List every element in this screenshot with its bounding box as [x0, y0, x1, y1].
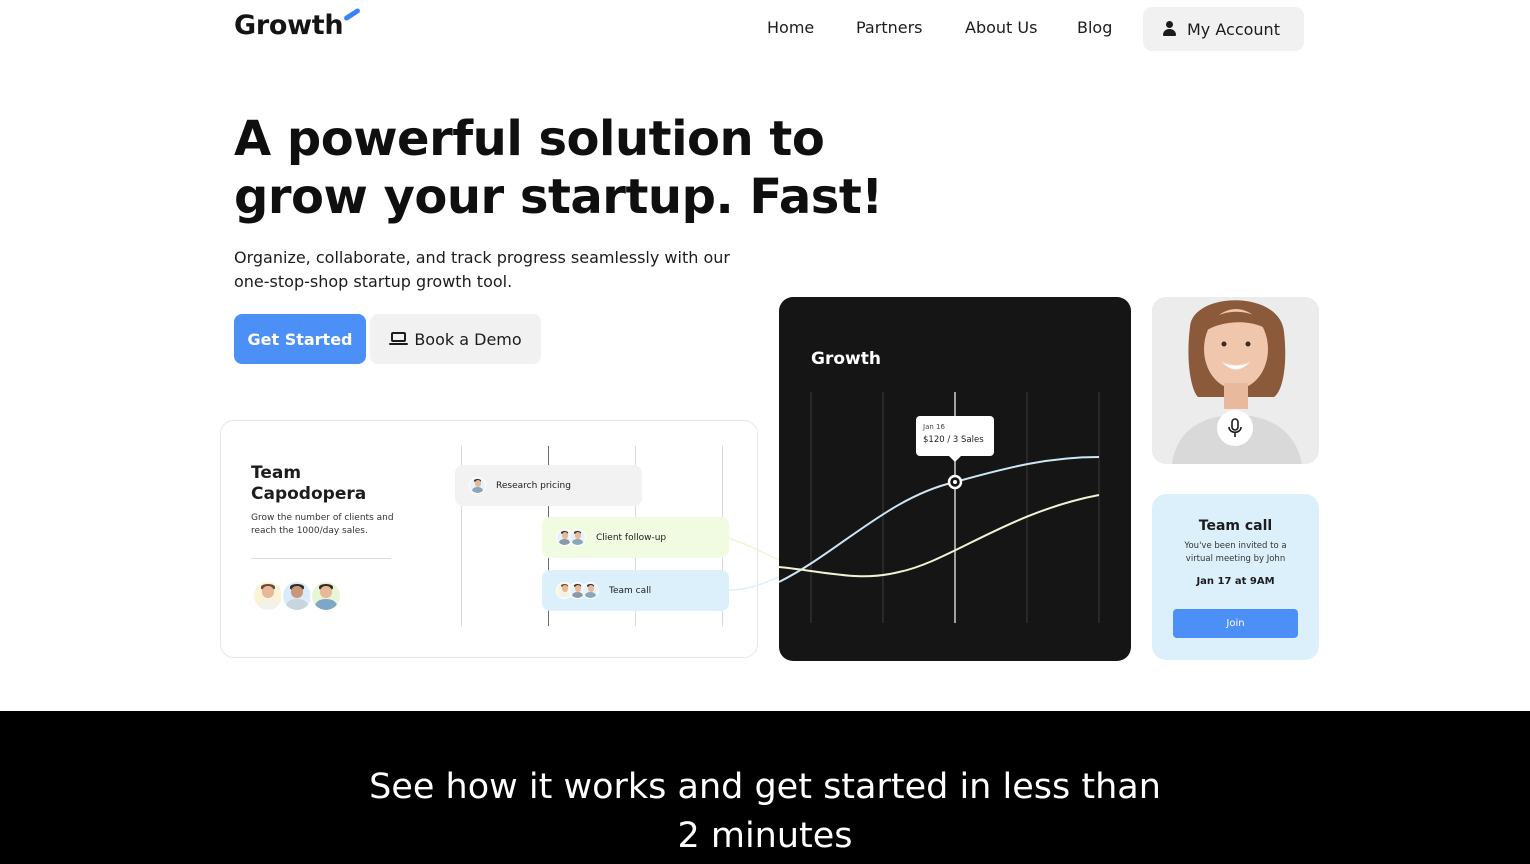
series-line-yellow	[779, 494, 1100, 578]
team-call-card: Team call You've been invited to a virtu…	[1152, 494, 1319, 660]
microphone-icon	[1228, 418, 1242, 437]
microphone-button[interactable]	[1217, 410, 1253, 446]
series-line-blue	[779, 456, 1100, 583]
how-it-works-band: See how it works and get started in less…	[0, 711, 1530, 864]
call-date: Jan 17 at 9AM	[1196, 576, 1275, 587]
growth-chart	[779, 392, 1100, 623]
tooltip-date: Jan 16	[923, 423, 945, 431]
call-title: Team call	[1198, 518, 1273, 534]
call-description: You've been invited to a virtual meeting…	[1184, 541, 1287, 564]
band-heading: See how it works and get started in less…	[369, 767, 1161, 856]
join-button[interactable]: Join	[1173, 609, 1298, 638]
tooltip-value: $120 / 3 Sales	[923, 435, 984, 445]
chart-tooltip: Jan 16 $120 / 3 Sales	[916, 416, 994, 462]
growth-chart-card: Growth Jan 16 $120 / 3 Sales	[779, 297, 1131, 661]
